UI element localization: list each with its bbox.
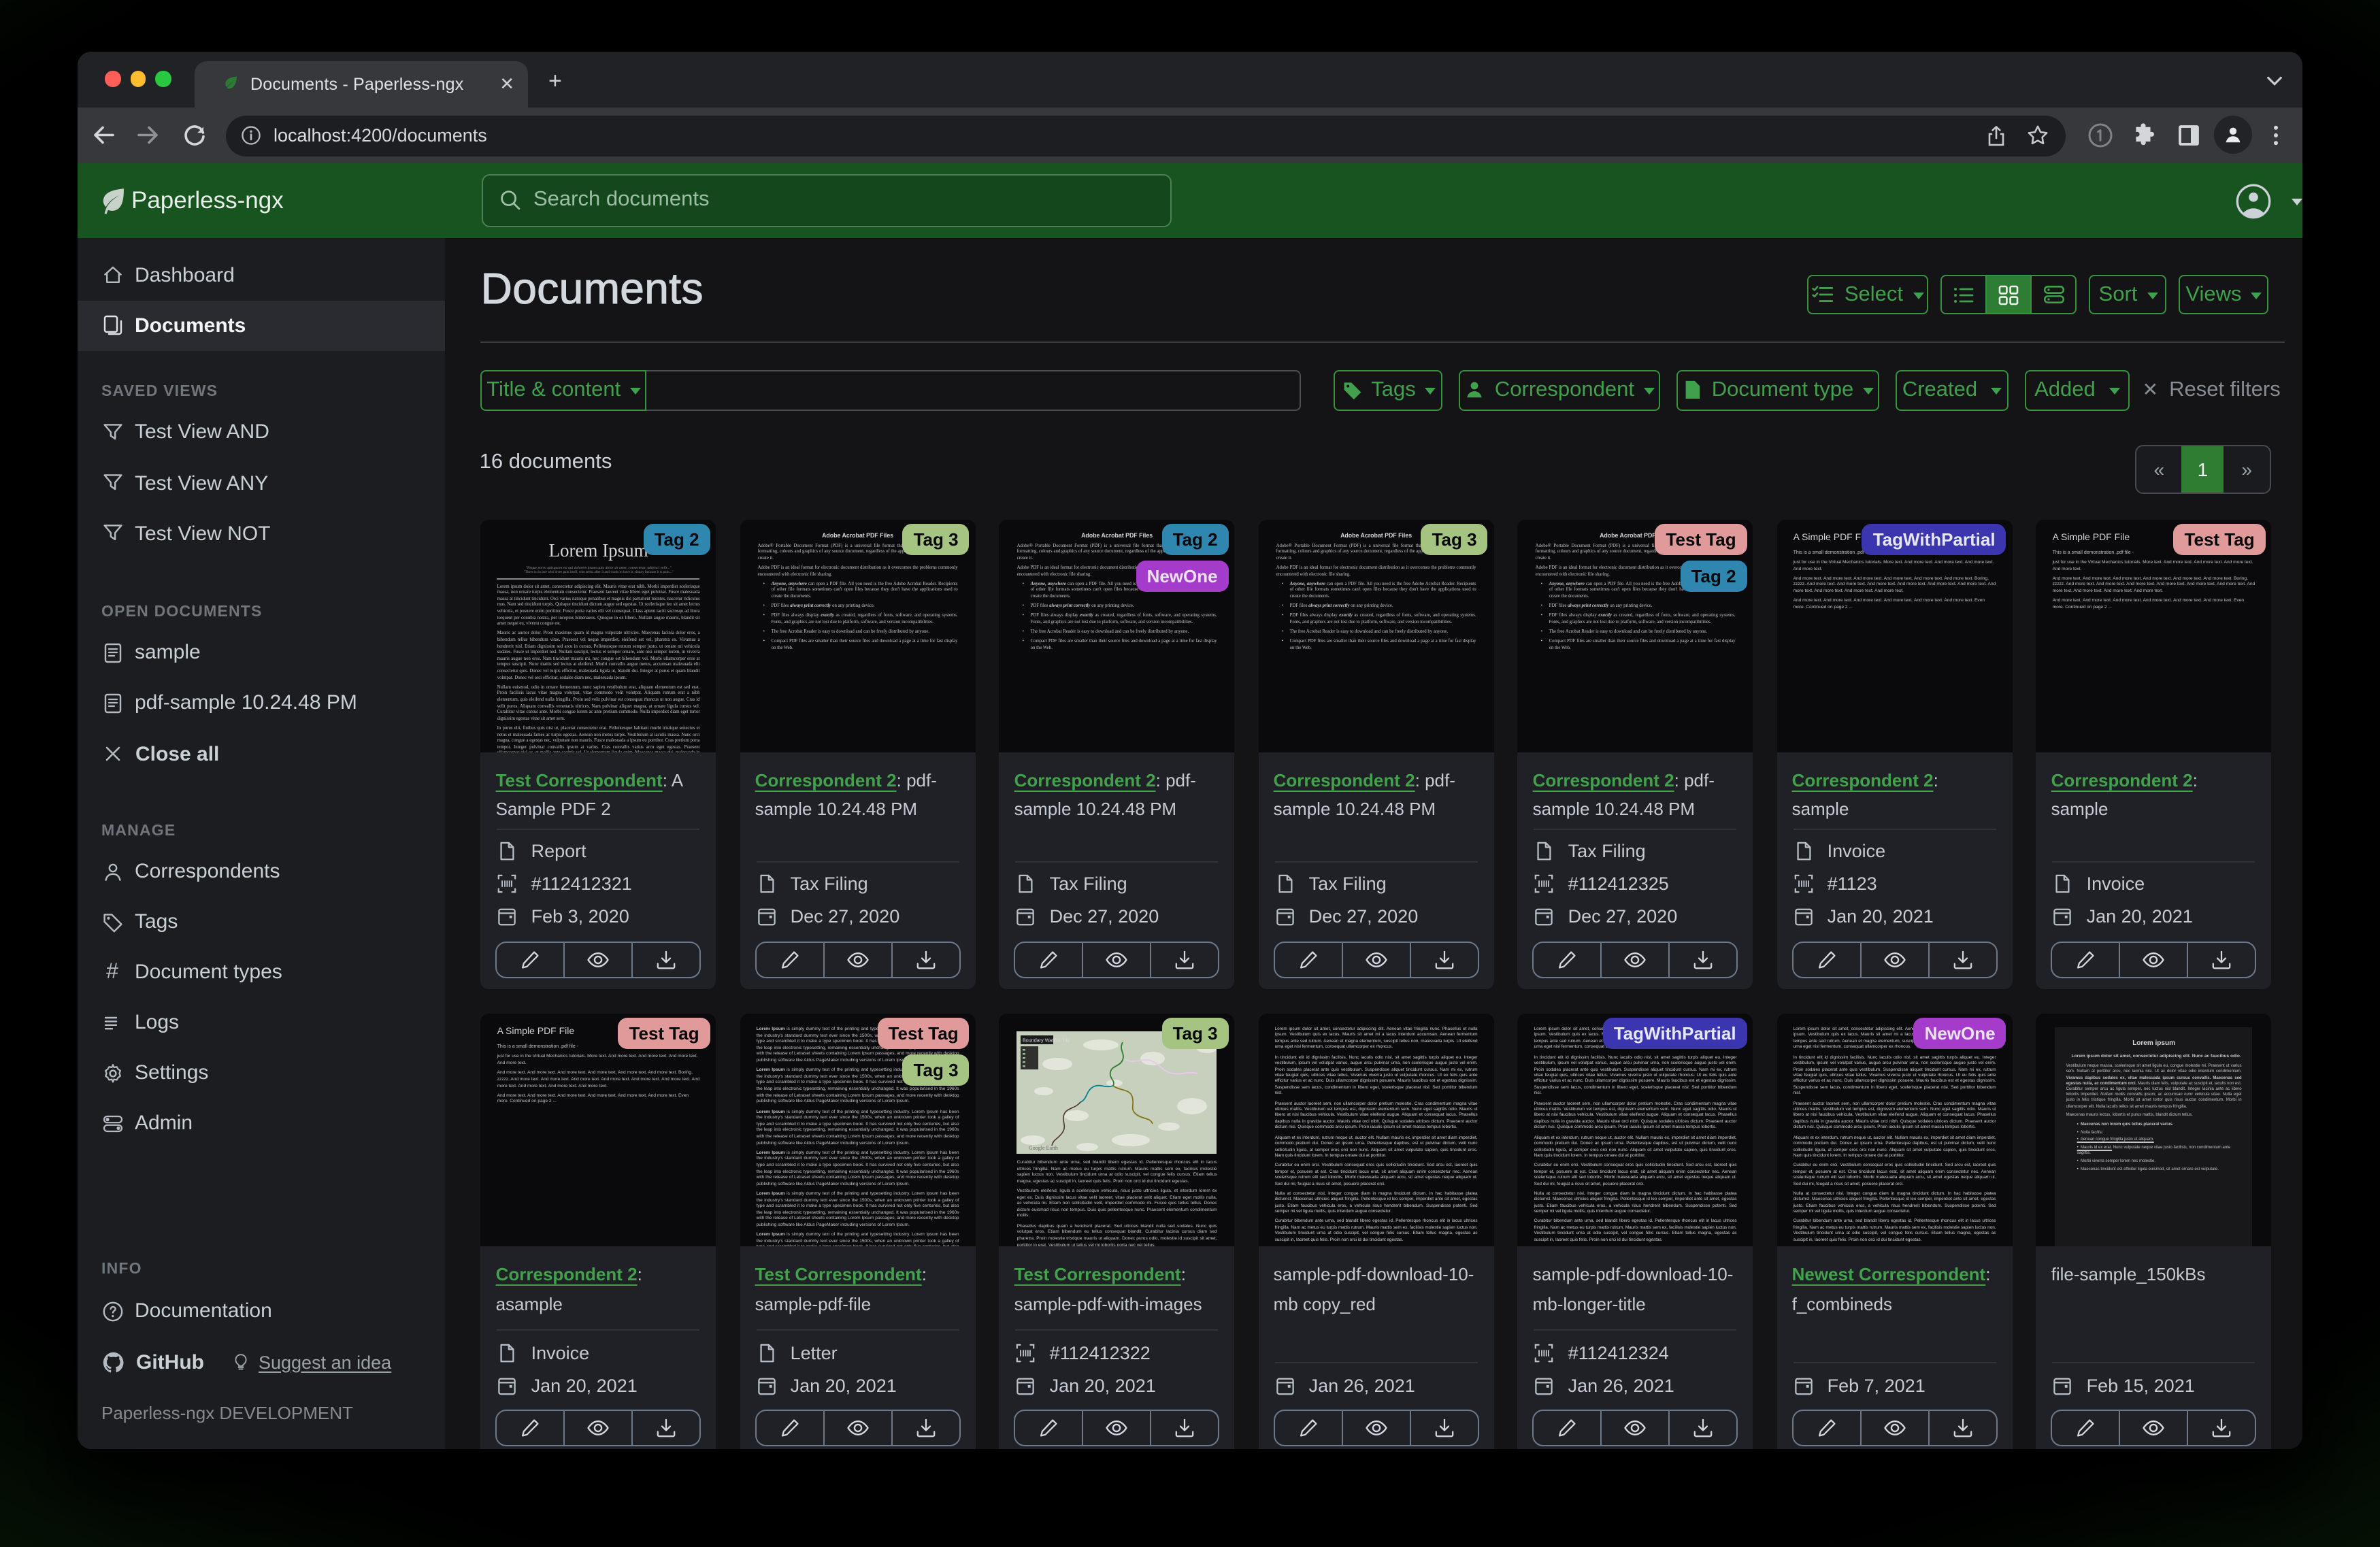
svg-text:Google Earth: Google Earth: [1029, 1145, 1059, 1151]
svg-text:Boundary Waters Trip: Boundary Waters Trip: [1023, 1037, 1070, 1043]
